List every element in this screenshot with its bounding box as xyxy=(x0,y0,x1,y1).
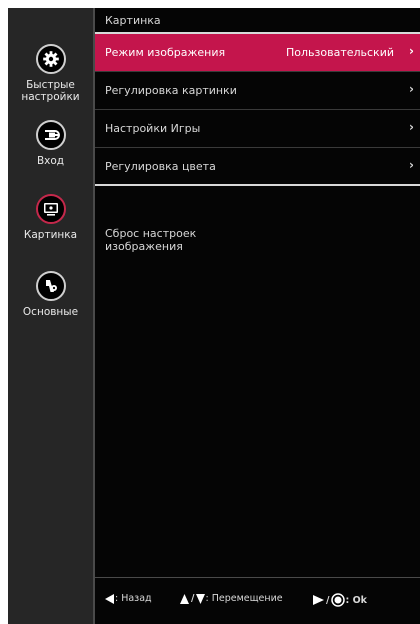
sidebar-item-input[interactable]: Вход xyxy=(8,120,93,167)
chevron-right-icon: › xyxy=(409,120,414,134)
chevron-right-icon: › xyxy=(409,44,414,58)
joystick-press-icon xyxy=(331,593,346,607)
footer-hints: : Назад / : Перемещение /: Ok xyxy=(95,593,420,609)
hint-ok: / : Ok xyxy=(313,593,367,607)
sidebar-item-label: Картинка xyxy=(23,229,78,241)
menu-item-picture-mode[interactable]: Режим изображения Пользовательский › xyxy=(95,34,420,71)
arrow-down-icon xyxy=(196,593,206,604)
menu-item-picture-adjust[interactable]: Регулировка картинки › xyxy=(95,72,420,109)
chevron-right-icon: › xyxy=(409,158,414,172)
hint-back: : Назад xyxy=(105,593,152,604)
picture-monitor-icon xyxy=(35,194,66,224)
general-settings-icon xyxy=(35,271,66,301)
gear-icon xyxy=(35,44,66,74)
menu-item-picture-reset[interactable]: Сброс настроек изображения xyxy=(105,227,265,253)
main-panel: Картинка Режим изображения Пользовательс… xyxy=(95,8,420,624)
menu-item-game-settings[interactable]: Настройки Игры › xyxy=(95,110,420,147)
menu-item-label: Регулировка картинки xyxy=(105,84,237,97)
reset-label-line: Сброс настроек xyxy=(105,227,197,240)
sidebar: Быстрые настройки Вход Картинка Основные xyxy=(8,8,93,624)
arrow-left-icon xyxy=(105,593,114,604)
input-plug-icon xyxy=(35,120,66,150)
hint-move-label: : Перемещение xyxy=(205,593,283,604)
menu-item-label: Настройки Игры xyxy=(105,122,201,135)
hint-ok-label: : Ok xyxy=(345,594,367,606)
sidebar-item-label: Быстрые xyxy=(26,79,75,91)
menu-item-value: Пользовательский xyxy=(286,46,394,59)
arrow-right-icon xyxy=(313,595,324,605)
arrow-up-icon xyxy=(180,593,189,604)
sidebar-item-label: Вход xyxy=(36,155,65,167)
page-title: Картинка xyxy=(105,14,161,27)
hint-move: / : Перемещение xyxy=(180,593,283,604)
sidebar-item-label: настройки xyxy=(21,91,80,103)
chevron-right-icon: › xyxy=(409,82,414,96)
reset-label-line: изображения xyxy=(105,240,183,253)
sidebar-item-picture[interactable]: Картинка xyxy=(8,194,93,241)
menu-item-color-adjust[interactable]: Регулировка цвета › xyxy=(95,148,420,185)
sidebar-item-label: Основные xyxy=(22,306,79,318)
footer-divider xyxy=(95,577,420,578)
sidebar-item-general[interactable]: Основные xyxy=(8,271,93,318)
menu-item-label: Регулировка цвета xyxy=(105,160,216,173)
hint-separator: / xyxy=(191,593,195,604)
sidebar-item-quick-settings[interactable]: Быстрые настройки xyxy=(8,44,93,103)
monitor-osd: Быстрые настройки Вход Картинка Основные… xyxy=(8,8,420,624)
hint-separator: / xyxy=(326,594,330,606)
section-divider xyxy=(95,184,420,186)
menu-item-label: Режим изображения xyxy=(105,46,226,59)
hint-back-label: : Назад xyxy=(115,593,152,604)
